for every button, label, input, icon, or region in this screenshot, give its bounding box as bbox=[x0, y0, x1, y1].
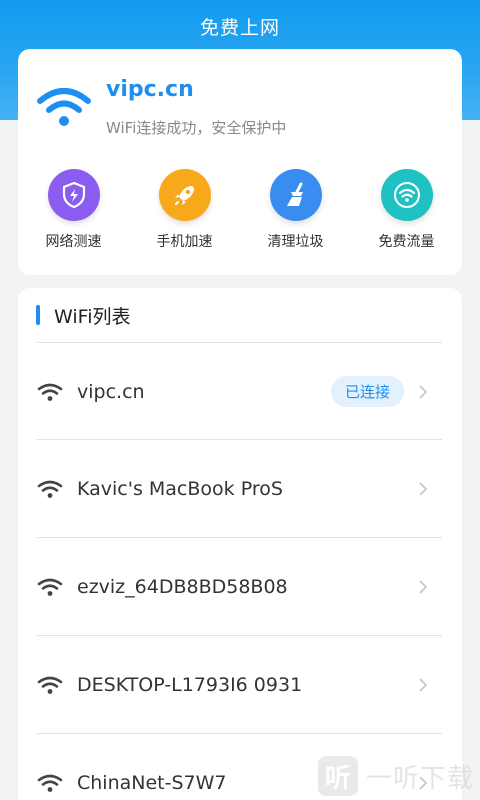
connected-ssid: vipc.cn bbox=[106, 77, 194, 102]
wifi-ssid: Kavic's MacBook ProS bbox=[77, 477, 283, 500]
tool-clean-junk[interactable]: 清理垃圾 bbox=[240, 169, 351, 251]
page-title: 免费上网 bbox=[199, 17, 280, 39]
chevron-right-icon bbox=[418, 481, 434, 497]
tool-label: 清理垃圾 bbox=[267, 234, 324, 250]
chevron-right-icon bbox=[418, 579, 434, 595]
wifi-signal-icon bbox=[37, 382, 65, 402]
wifi-signal-icon bbox=[37, 675, 65, 695]
tool-free-data[interactable]: 免费流量 bbox=[351, 169, 462, 251]
connected-badge: 已连接 bbox=[330, 376, 404, 407]
wifi-list-title: WiFi列表 bbox=[54, 305, 131, 328]
chevron-right-icon bbox=[418, 677, 434, 693]
watermark-logo: 听 bbox=[317, 756, 358, 796]
speed-shield-icon bbox=[47, 169, 100, 221]
tool-label: 网络测速 bbox=[45, 234, 102, 250]
connection-status-card: vipc.cn WiFi连接成功，安全保护中 网络测速 手机加速 清理垃圾 免费… bbox=[18, 49, 462, 275]
wifi-row[interactable]: Kavic's MacBook ProS bbox=[37, 440, 442, 537]
rocket-icon bbox=[158, 169, 211, 221]
wifi-ssid: DESKTOP-L1793I6 0931 bbox=[77, 673, 303, 696]
wifi-row[interactable]: DESKTOP-L1793I6 0931 bbox=[37, 636, 442, 733]
tool-phone-boost[interactable]: 手机加速 bbox=[129, 169, 240, 251]
wifi-icon bbox=[36, 85, 92, 133]
connection-status-text: WiFi连接成功，安全保护中 bbox=[106, 119, 287, 137]
tool-label: 手机加速 bbox=[156, 234, 213, 250]
watermark-text: 一听下载 bbox=[365, 763, 474, 794]
wifi-signal-icon bbox=[37, 577, 65, 597]
wifi-row[interactable]: vipc.cn 已连接 bbox=[37, 343, 442, 440]
wifi-list-card: WiFi列表 vipc.cn 已连接 Kavic's MacBook ProS … bbox=[18, 288, 462, 800]
tool-label: 免费流量 bbox=[378, 234, 435, 250]
wifi-signal-icon bbox=[37, 479, 65, 499]
wifi-ssid: vipc.cn bbox=[77, 380, 145, 403]
watermark: 听 一听下载 bbox=[317, 756, 474, 796]
tool-grid: 网络测速 手机加速 清理垃圾 免费流量 bbox=[18, 169, 462, 251]
wifi-ssid: ezviz_64DB8BD58B08 bbox=[77, 575, 288, 598]
wifi-row[interactable]: ezviz_64DB8BD58B08 bbox=[37, 538, 442, 635]
wifi-signal-icon bbox=[37, 773, 65, 793]
accent-bar bbox=[36, 305, 40, 325]
chevron-right-icon bbox=[418, 384, 434, 400]
tool-speed-test[interactable]: 网络测速 bbox=[18, 169, 129, 251]
wifi-icon bbox=[380, 169, 433, 221]
broom-icon bbox=[269, 169, 322, 221]
wifi-list-header: WiFi列表 bbox=[36, 302, 130, 328]
